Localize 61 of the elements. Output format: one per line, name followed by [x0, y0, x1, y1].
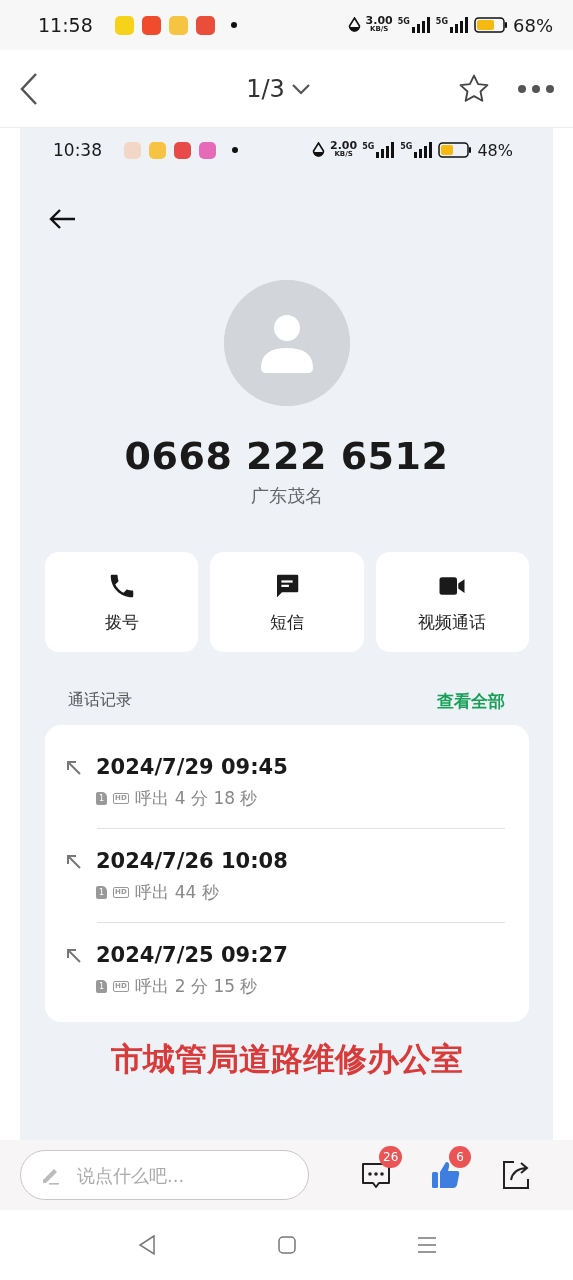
back-icon[interactable]: [18, 71, 40, 106]
app-icon: [199, 141, 216, 159]
nav-back-icon[interactable]: [136, 1234, 157, 1256]
nav-home-icon[interactable]: [276, 1235, 297, 1255]
battery-icon: [438, 142, 473, 158]
sim-icon: 1: [96, 792, 108, 805]
back-arrow-icon[interactable]: [48, 208, 76, 230]
call-direction: 呼出: [134, 881, 169, 904]
call-button[interactable]: 拨号: [45, 552, 199, 652]
data-saver-icon: [312, 141, 325, 159]
comment-field[interactable]: 说点什么吧...: [20, 1150, 309, 1200]
sim-icon: 1: [96, 886, 108, 899]
network-speed: 3.00: [365, 16, 393, 25]
page-selector[interactable]: 1/3: [246, 74, 311, 103]
notification-dot: [230, 22, 237, 28]
battery-percent: 48%: [477, 140, 513, 160]
notification-dot: [232, 147, 238, 153]
app-icon: [124, 141, 141, 159]
signal-icon: [375, 142, 396, 158]
data-saver-icon: [347, 16, 361, 34]
network-type: 5G: [397, 17, 410, 26]
call-datetime: 2024/7/29 09:45: [96, 755, 288, 779]
chevron-down-icon: [290, 82, 311, 95]
like-count: 6: [449, 1146, 471, 1168]
comment-count: 26: [379, 1146, 403, 1168]
network-type: 5G: [435, 17, 448, 26]
call-datetime: 2024/7/26 10:08: [96, 849, 288, 873]
outgoing-call-icon: [65, 947, 82, 964]
app-icon: [174, 141, 191, 159]
caption: 市城管局道路维修办公室: [109, 1039, 464, 1080]
status-time: 10:38: [53, 140, 102, 160]
more-icon[interactable]: [517, 83, 555, 94]
app-icon: [149, 141, 166, 159]
call-datetime: 2024/7/25 09:27: [96, 943, 288, 967]
call-direction: 呼出: [134, 975, 169, 998]
app-icon: [141, 15, 161, 35]
call-duration: 4 分 18 秒: [174, 787, 258, 810]
app-icon: [114, 15, 134, 35]
app-icon: [168, 15, 188, 35]
outgoing-call-icon: [65, 759, 82, 776]
status-time: 11:58: [38, 14, 93, 36]
signal-icon: [413, 142, 434, 158]
phone-number: 0668 222 6512: [123, 434, 450, 478]
number-location: 广东茂名: [249, 484, 324, 508]
video-button[interactable]: 视频通话: [375, 552, 529, 652]
signal-icon: [449, 17, 469, 33]
battery-icon: [474, 17, 508, 33]
section-title: 通话记录: [68, 690, 132, 711]
message-button[interactable]: 短信: [210, 552, 364, 652]
outgoing-call-icon: [65, 853, 82, 870]
call-direction: 呼出: [134, 787, 169, 810]
call-duration: 44 秒: [174, 881, 219, 904]
call-duration: 2 分 15 秒: [174, 975, 258, 998]
network-type: 5G: [362, 142, 375, 151]
nav-menu-icon[interactable]: [416, 1235, 437, 1255]
app-icon: [195, 15, 215, 35]
sim-icon: 1: [96, 980, 108, 993]
signal-icon: [410, 17, 431, 33]
network-speed: 2.00: [330, 141, 358, 150]
network-type: 5G: [400, 142, 413, 151]
battery-percent: 68%: [513, 14, 553, 36]
